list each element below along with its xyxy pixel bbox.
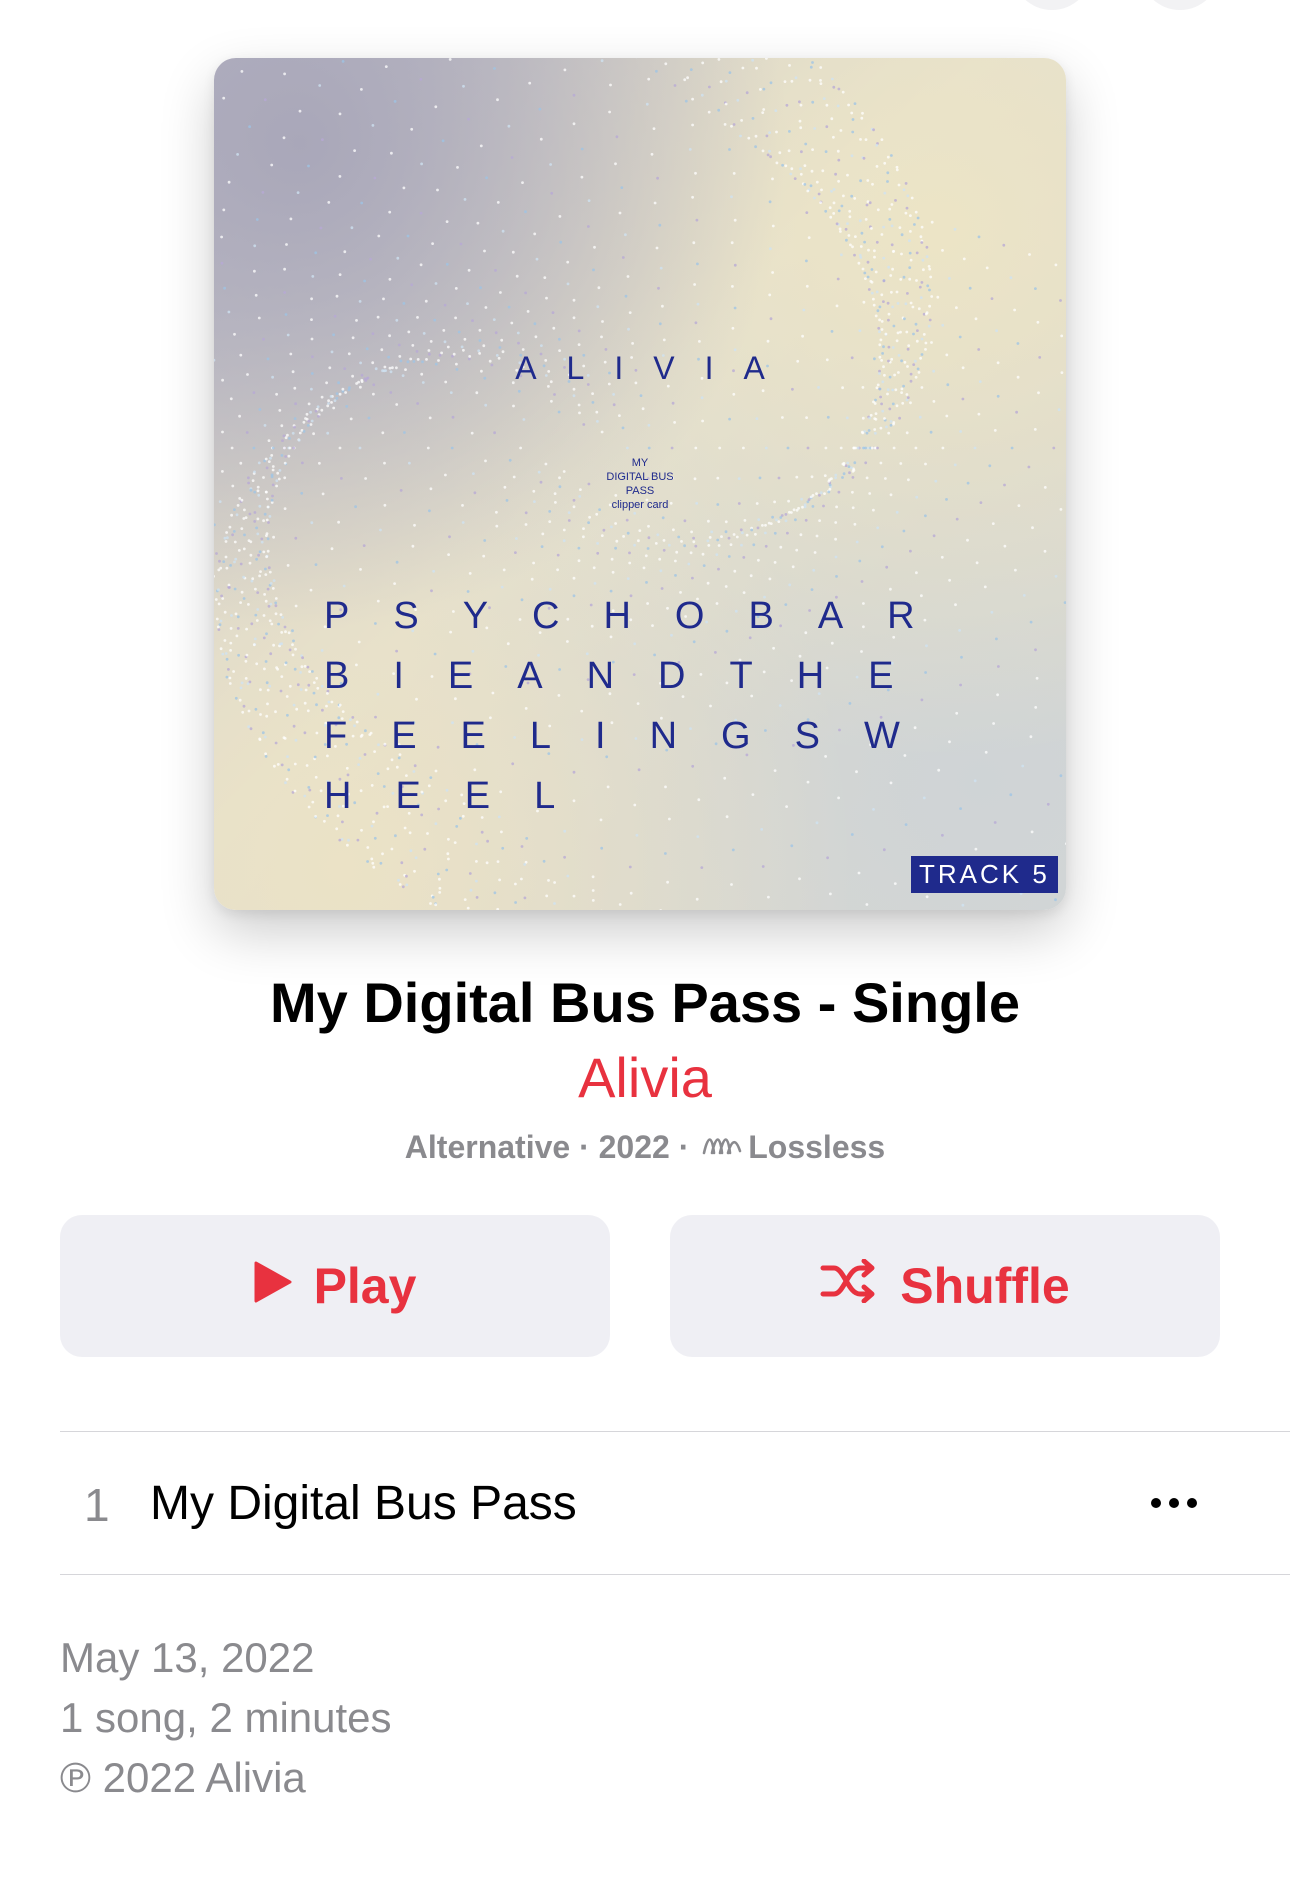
release-date: May 13, 2022 [60, 1634, 315, 1681]
more-icon[interactable] [1144, 1480, 1204, 1526]
shuffle-button[interactable]: Shuffle [670, 1215, 1220, 1357]
artwork-title-line: HEEL [324, 775, 600, 817]
lossless-icon [702, 1128, 742, 1165]
album-year: 2022 [598, 1128, 670, 1165]
album-genre: Alternative [404, 1128, 571, 1165]
album-meta: Alternative · 2022 · Lossless [404, 1128, 886, 1165]
track-number: 1 [84, 1479, 110, 1531]
shuffle-icon [820, 1257, 878, 1315]
album-summary: 1 song, 2 minutes [60, 1694, 392, 1741]
artwork-title-text: PSYCHOBAR BIEANDTHE FEELINGSW HEEL [324, 586, 974, 826]
artwork-small-text: MY DIGITAL BUS PASS clipper card [606, 457, 674, 511]
top-action-button-left[interactable] [1012, 0, 1092, 10]
track-title: My Digital Bus Pass [150, 1477, 577, 1530]
list-divider [60, 1574, 1290, 1575]
play-label: Play [313, 1258, 417, 1314]
artwork-artist-text: ALIVIA [515, 350, 795, 386]
artwork-title-line: FEELINGSW [324, 715, 944, 757]
play-button[interactable]: Play [60, 1215, 610, 1357]
album-quality: Lossless [748, 1128, 886, 1165]
album-title: My Digital Bus Pass - Single [270, 971, 1020, 1034]
album-footer: May 13, 2022 1 song, 2 minutes ℗ 2022 Al… [60, 1628, 392, 1808]
album-artwork: ALIVIA MY DIGITAL BUS PASS clipper card … [214, 58, 1066, 910]
shuffle-label: Shuffle [900, 1258, 1070, 1314]
artwork-title-line: BIEANDTHE [324, 655, 938, 697]
artwork-title-line: PSYCHOBAR [324, 595, 959, 637]
play-icon [254, 1257, 292, 1315]
track-row[interactable]: 1 My Digital Bus Pass [60, 1432, 1290, 1574]
top-action-button-right[interactable] [1140, 0, 1220, 10]
copyright: ℗ 2022 Alivia [60, 1754, 306, 1801]
artwork-track-badge: TRACK 5 [911, 856, 1058, 893]
album-artist-link[interactable]: Alivia [0, 1045, 1290, 1110]
